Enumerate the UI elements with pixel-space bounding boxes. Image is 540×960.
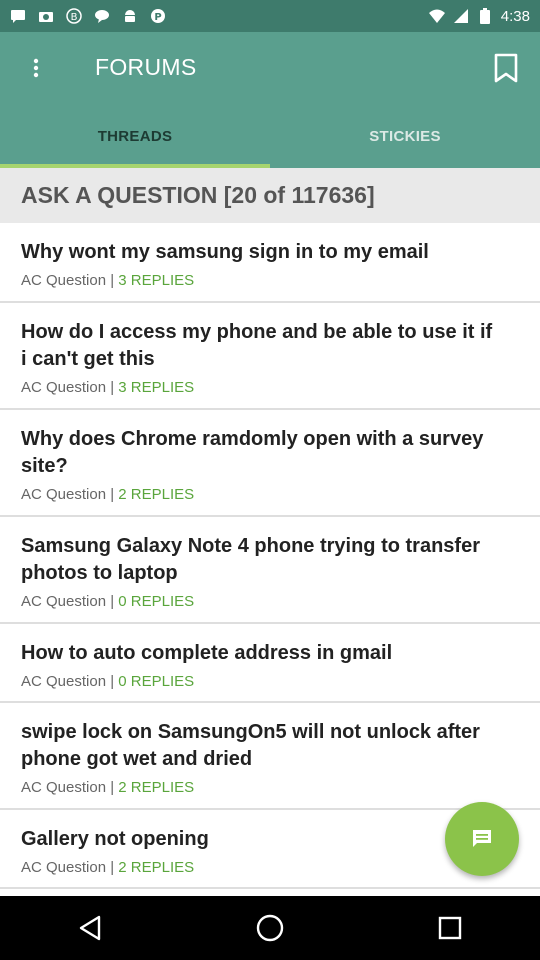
thread-replies: 2 REPLIES	[118, 859, 195, 876]
list-item[interactable]: How to auto complete address in gmail AC…	[0, 624, 540, 703]
signal-icon	[453, 8, 469, 24]
bookmark-icon	[494, 53, 518, 83]
thread-replies: 3 REPLIES	[118, 379, 195, 396]
thread-title: Why does Chrome ramdomly open with a sur…	[21, 428, 484, 477]
status-bar: B P 4:38	[0, 0, 540, 32]
recents-icon	[438, 916, 462, 940]
menu-button[interactable]	[14, 46, 58, 90]
back-button[interactable]	[60, 898, 120, 958]
thread-category: AC Question |	[21, 593, 115, 610]
section-header: ASK A QUESTION [20 of 117636]	[0, 168, 540, 223]
thread-replies: 0 REPLIES	[118, 673, 195, 690]
b-icon: B	[66, 8, 82, 24]
thread-title: Gallery not opening	[21, 828, 209, 850]
thread-meta: AC Question | 3 REPLIES	[21, 375, 500, 401]
home-button[interactable]	[240, 898, 300, 958]
chat-bubble-icon	[94, 8, 110, 24]
thread-title: Samsung Galaxy Note 4 phone trying to tr…	[21, 535, 480, 584]
thread-meta: AC Question | 2 REPLIES	[21, 775, 500, 801]
home-icon	[256, 914, 284, 942]
thread-meta: AC Question | 3 REPLIES	[21, 268, 500, 294]
thread-replies: 2 REPLIES	[118, 779, 195, 796]
thread-title: How to auto complete address in gmail	[21, 642, 393, 664]
back-icon	[79, 915, 101, 941]
list-item[interactable]: swipe lock on SamsungOn5 will not unlock…	[0, 703, 540, 810]
android-icon	[122, 8, 138, 24]
new-post-button[interactable]	[445, 802, 519, 876]
system-icons: 4:38	[428, 7, 530, 25]
list-item[interactable]: Why wont my samsung sign in to my email …	[0, 223, 540, 303]
thread-replies: 2 REPLIES	[118, 486, 195, 503]
battery-icon	[477, 8, 493, 24]
recents-button[interactable]	[420, 898, 480, 958]
list-item[interactable]: Samsung Galaxy Note 4 phone trying to tr…	[0, 517, 540, 624]
tab-threads[interactable]: THREADS	[0, 104, 270, 168]
thread-meta: AC Question | 0 REPLIES	[21, 589, 500, 615]
wifi-icon	[428, 8, 445, 24]
thread-title: Why wont my samsung sign in to my email	[21, 241, 429, 263]
message-icon	[473, 830, 491, 847]
overflow-menu-icon	[33, 58, 39, 78]
svg-text:B: B	[71, 12, 78, 23]
tab-stickies[interactable]: STICKIES	[270, 104, 540, 168]
camera-icon	[38, 8, 54, 24]
thread-meta: AC Question | 2 REPLIES	[21, 855, 500, 881]
thread-category: AC Question |	[21, 673, 115, 690]
thread-category: AC Question |	[21, 379, 115, 396]
thread-replies: 0 REPLIES	[118, 593, 195, 610]
status-time: 4:38	[500, 7, 530, 25]
thread-replies: 3 REPLIES	[118, 272, 195, 289]
app-bar: FORUMS	[0, 32, 540, 104]
thread-category: AC Question |	[21, 779, 115, 796]
thread-category: AC Question |	[21, 272, 115, 289]
sms-icon	[10, 8, 26, 24]
page-title: FORUMS	[95, 54, 197, 80]
navigation-bar	[0, 896, 540, 960]
thread-title: swipe lock on SamsungOn5 will not unlock…	[21, 721, 480, 770]
bookmark-button[interactable]	[484, 46, 528, 90]
thread-category: AC Question |	[21, 486, 115, 503]
list-item[interactable]: Why does Chrome ramdomly open with a sur…	[0, 410, 540, 517]
pinterest-icon: P	[150, 8, 166, 24]
list-item[interactable]: How do I access my phone and be able to …	[0, 303, 540, 410]
thread-meta: AC Question | 2 REPLIES	[21, 482, 500, 508]
tab-bar: THREADS STICKIES	[0, 104, 540, 168]
thread-list: Why wont my samsung sign in to my email …	[0, 223, 540, 889]
thread-title: How do I access my phone and be able to …	[21, 321, 493, 370]
thread-meta: AC Question | 0 REPLIES	[21, 669, 500, 695]
notification-icons: B P	[10, 8, 166, 24]
thread-category: AC Question |	[21, 859, 115, 876]
svg-text:P: P	[154, 12, 161, 23]
